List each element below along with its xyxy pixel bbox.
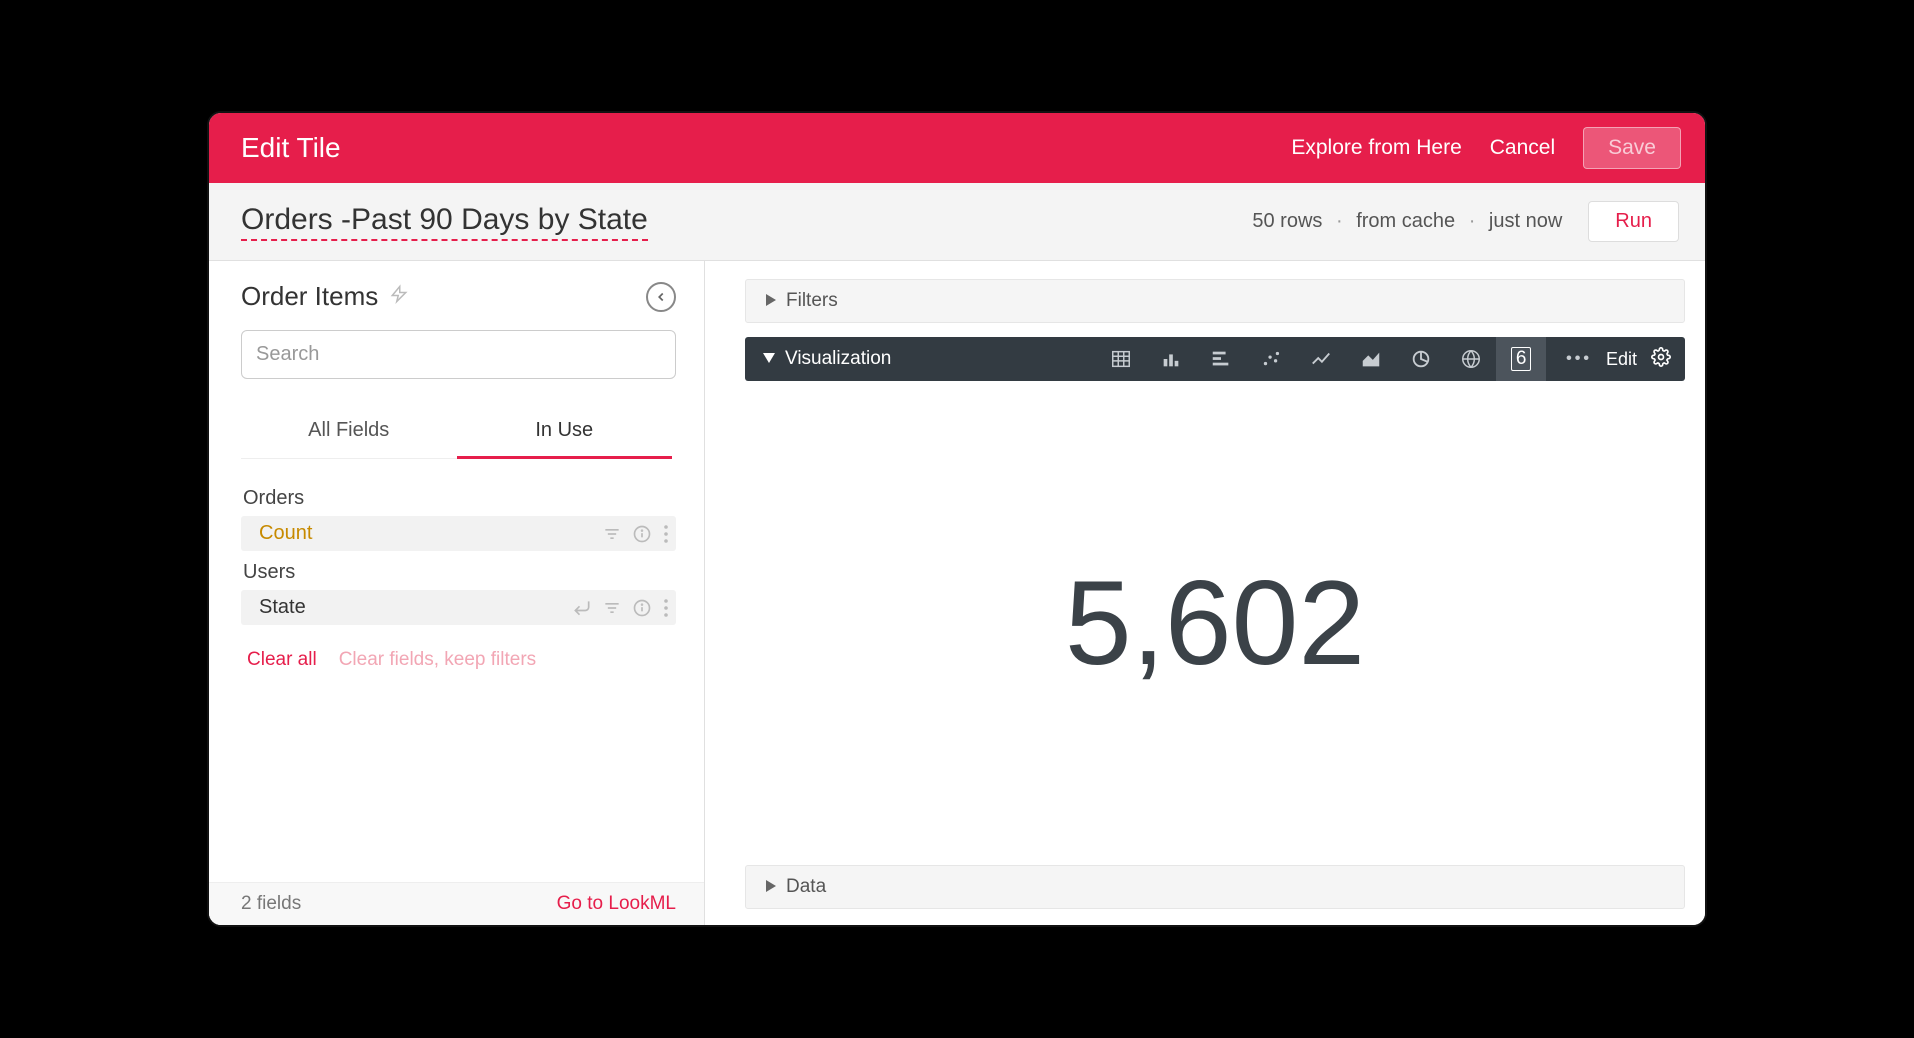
cancel-link[interactable]: Cancel <box>1490 136 1555 160</box>
pivot-icon[interactable] <box>572 598 592 618</box>
caret-right-icon <box>766 290 776 312</box>
main-panel: Filters Visualization 6 <box>705 261 1705 925</box>
viz-type-map-icon[interactable] <box>1446 337 1496 381</box>
data-section-header[interactable]: Data <box>745 865 1685 909</box>
visualization-bar: Visualization 6 ••• Edit <box>745 337 1685 381</box>
row-count: 50 rows <box>1252 210 1322 232</box>
query-status: 50 rows · from cache · just now <box>1252 210 1562 233</box>
save-button[interactable]: Save <box>1583 127 1681 169</box>
visualization-canvas: 5,602 <box>745 381 1685 865</box>
info-icon[interactable] <box>632 524 652 544</box>
viz-type-line-icon[interactable] <box>1296 337 1346 381</box>
clear-keep-filters-link[interactable]: Clear fields, keep filters <box>339 649 536 671</box>
field-picker-sidebar: Order Items All Fields In Use Orders C <box>209 261 705 925</box>
kebab-icon[interactable] <box>662 598 670 618</box>
filters-section-header[interactable]: Filters <box>745 279 1685 323</box>
search-input[interactable] <box>241 330 676 379</box>
kebab-icon[interactable] <box>662 524 670 544</box>
field-row-state[interactable]: State <box>241 590 676 625</box>
field-name: State <box>259 596 572 619</box>
field-count: 2 fields <box>241 893 301 915</box>
viz-type-pie-icon[interactable] <box>1396 337 1446 381</box>
filter-icon[interactable] <box>602 598 622 618</box>
viz-type-scatter-icon[interactable] <box>1246 337 1296 381</box>
caret-down-icon[interactable] <box>763 350 775 368</box>
explore-name: Order Items <box>241 281 378 312</box>
tab-in-use[interactable]: In Use <box>457 407 673 459</box>
run-button[interactable]: Run <box>1588 201 1679 242</box>
viz-type-single-value-icon[interactable]: 6 <box>1496 337 1546 381</box>
title-row: Orders -Past 90 Days by State 50 rows · … <box>209 183 1705 261</box>
viz-type-area-icon[interactable] <box>1346 337 1396 381</box>
field-picker-tabs: All Fields In Use <box>241 407 672 459</box>
viz-type-table-icon[interactable] <box>1096 337 1146 381</box>
gear-icon[interactable] <box>1651 347 1671 372</box>
modal-title: Edit Tile <box>241 132 341 164</box>
explore-from-here-link[interactable]: Explore from Here <box>1291 136 1461 160</box>
visualization-label: Visualization <box>785 348 891 370</box>
go-to-lookml-link[interactable]: Go to LookML <box>557 893 676 915</box>
tab-all-fields[interactable]: All Fields <box>241 407 457 458</box>
field-name: Count <box>259 522 602 545</box>
sidebar-footer: 2 fields Go to LookML <box>209 882 704 925</box>
single-value: 5,602 <box>1065 554 1365 692</box>
caret-right-icon <box>766 876 776 898</box>
field-row-count[interactable]: Count <box>241 516 676 551</box>
bolt-icon <box>390 282 408 311</box>
filter-icon[interactable] <box>602 524 622 544</box>
data-label: Data <box>786 876 826 898</box>
viz-edit-button[interactable]: Edit <box>1606 349 1637 370</box>
tile-title-input[interactable]: Orders -Past 90 Days by State <box>241 203 648 241</box>
group-label-users: Users <box>243 561 676 584</box>
info-icon[interactable] <box>632 598 652 618</box>
app-frame: Edit Tile Explore from Here Cancel Save … <box>207 111 1707 927</box>
viz-type-bar-icon[interactable] <box>1196 337 1246 381</box>
viz-type-column-icon[interactable] <box>1146 337 1196 381</box>
viz-type-picker: 6 <box>1096 337 1546 381</box>
time-status: just now <box>1489 210 1562 232</box>
more-viz-types-button[interactable]: ••• <box>1566 350 1592 368</box>
filters-label: Filters <box>786 290 838 312</box>
top-bar: Edit Tile Explore from Here Cancel Save <box>209 113 1705 183</box>
group-label-orders: Orders <box>243 487 676 510</box>
collapse-sidebar-button[interactable] <box>646 282 676 312</box>
clear-all-link[interactable]: Clear all <box>247 649 317 671</box>
cache-status: from cache <box>1356 210 1455 232</box>
